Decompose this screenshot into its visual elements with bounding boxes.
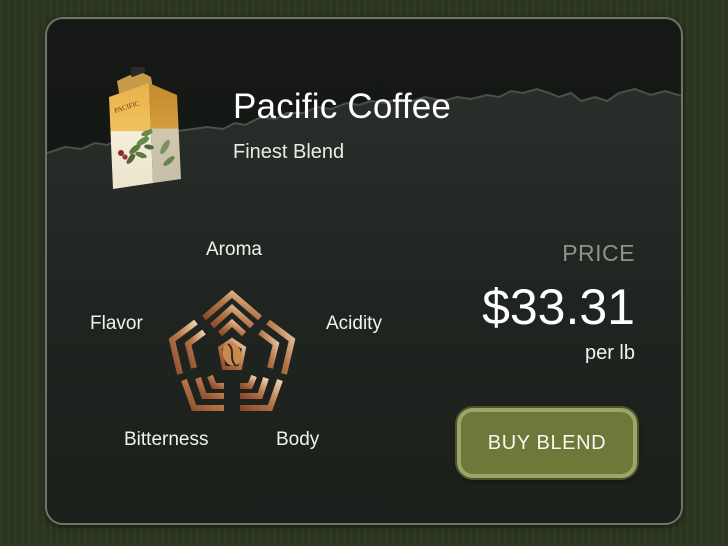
attribute-flavor-label: Flavor: [90, 313, 143, 334]
attribute-acidity-label: Acidity: [326, 313, 382, 334]
price-unit: per lb: [584, 342, 635, 364]
attribute-body-label: Body: [276, 429, 320, 450]
product-card: PACIFIC Pacific Coffee Finest Blend Arom…: [45, 17, 683, 525]
buy-blend-button[interactable]: BUY BLEND: [457, 408, 637, 478]
price-label: PRICE: [562, 240, 635, 266]
flavor-pentagon-icon: [168, 290, 296, 411]
price-value: $33.31: [482, 279, 635, 335]
coffee-bag-icon: PACIFIC: [109, 67, 181, 189]
attribute-aroma-label: Aroma: [206, 239, 262, 260]
product-title: Pacific Coffee: [233, 87, 452, 126]
attribute-bitterness-label: Bitterness: [124, 429, 209, 450]
product-subtitle: Finest Blend: [233, 141, 345, 163]
